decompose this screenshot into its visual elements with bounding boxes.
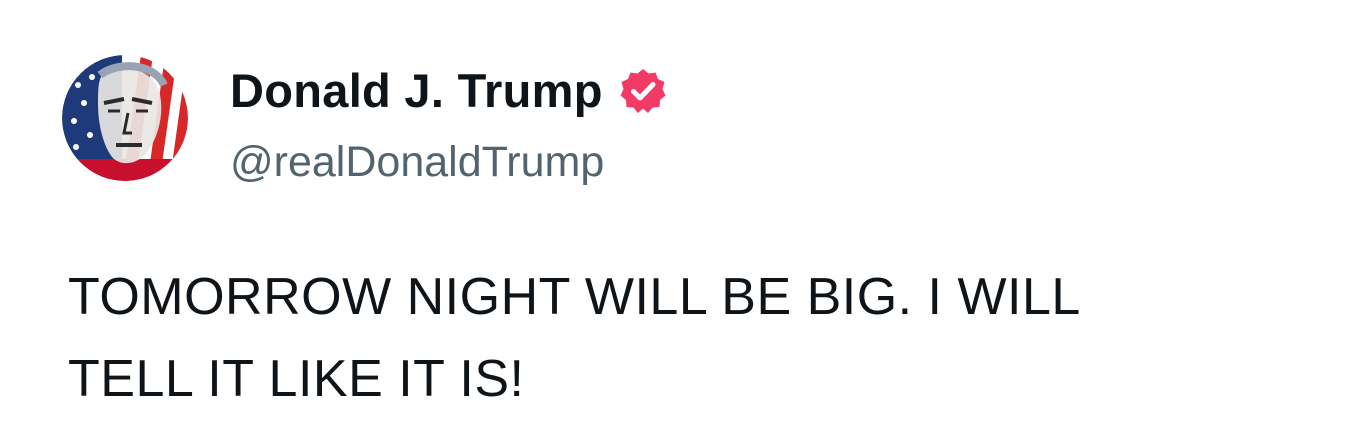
display-name[interactable]: Donald J. Trump	[230, 60, 603, 122]
avatar[interactable]	[62, 55, 188, 181]
post-text: TOMORROW NIGHT WILL BE BIG. I WILL TELL …	[68, 268, 1081, 408]
flag-portrait-avatar-icon	[62, 55, 188, 181]
author-handle[interactable]: @realDonaldTrump	[230, 134, 604, 190]
author-name-row: Donald J. Trump	[230, 60, 667, 122]
verified-check-icon	[619, 67, 667, 115]
post-card: Donald J. Trump @realDonaldTrump TOMORRO…	[0, 0, 1362, 424]
